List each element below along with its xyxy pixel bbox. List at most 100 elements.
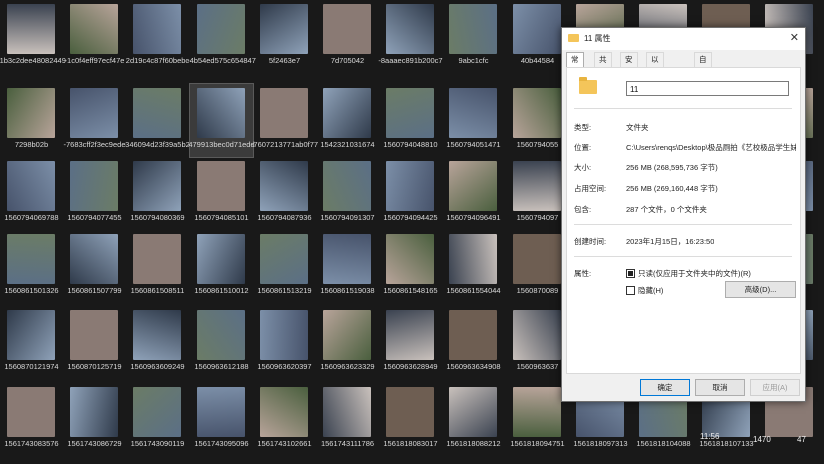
file-item[interactable]: 1560861508511 [126, 230, 189, 303]
file-item[interactable]: 1561743083576 [0, 383, 63, 456]
image-thumbnail [323, 234, 371, 284]
hidden-label[interactable]: 隐藏(H) [638, 285, 663, 296]
file-item[interactable]: 1560794085101 [190, 157, 253, 230]
close-icon[interactable]: ✕ [790, 31, 799, 44]
file-item[interactable]: 1560794096491 [442, 157, 505, 230]
file-item[interactable]: 7d705042 [316, 0, 379, 73]
file-item[interactable]: 1560794087936 [253, 157, 316, 230]
file-item[interactable]: 1542321031674 [316, 84, 379, 157]
image-thumbnail [7, 234, 55, 284]
file-name: 1560794087936 [257, 213, 312, 222]
file-item[interactable]: 346094d23f39a5b2 [125, 84, 190, 157]
file-item[interactable]: 1560794080369 [126, 157, 189, 230]
file-name: 7298b02b [14, 140, 49, 149]
file-item[interactable]: -8aaaec891b200c7 [378, 0, 443, 73]
file-item[interactable]: 7298b02b [0, 84, 63, 157]
file-name: 1560861554044 [446, 286, 501, 295]
properties-dialog: 11 属性 ✕ 常规 共享 安全 以前的版本 自定义 11 类型: 文件夹 位置… [561, 27, 806, 402]
file-item[interactable]: 1560963612188 [190, 306, 253, 379]
file-item[interactable]: -7683cff2f3ec9ede [63, 84, 126, 157]
file-item[interactable]: 1561743111786 [316, 383, 379, 456]
file-item[interactable]: 1560963620397 [253, 306, 316, 379]
file-item[interactable]: 1560861507799 [63, 230, 126, 303]
file-name: 1561743102661 [257, 439, 312, 448]
file-item[interactable]: 1560963609249 [126, 306, 189, 379]
file-item[interactable]: 1560861554044 [442, 230, 505, 303]
image-thumbnail [7, 4, 55, 54]
file-name: 1542321031674 [320, 140, 375, 149]
advanced-button[interactable]: 高级(D)... [725, 281, 796, 298]
file-item[interactable]: -1b3c2dee48082449 [0, 0, 66, 73]
tab-general[interactable]: 常规 [566, 52, 584, 78]
dialog-titlebar[interactable]: 11 属性 ✕ [562, 28, 805, 50]
ok-button[interactable]: 确定 [640, 379, 690, 396]
file-item[interactable]: 1560861510012 [190, 230, 253, 303]
file-item[interactable]: 1560794048810 [379, 84, 442, 157]
tab-customize[interactable]: 自定义 [694, 52, 712, 92]
file-name: 1560870125719 [67, 362, 122, 371]
image-thumbnail [70, 234, 118, 284]
file-name: 1560861519038 [320, 286, 375, 295]
image-thumbnail [133, 88, 181, 138]
folder-name-input[interactable]: 11 [626, 81, 789, 96]
file-name: -1c0f4eff97ecf47e [64, 56, 125, 65]
image-thumbnail [513, 4, 561, 54]
image-thumbnail [197, 88, 245, 138]
file-item[interactable]: -4b54ed575c654847 [187, 0, 256, 73]
file-item[interactable]: 1560963637 [506, 306, 569, 379]
image-thumbnail [260, 4, 308, 54]
separator [574, 224, 792, 225]
tab-previous-versions[interactable]: 以前的版本 [646, 52, 664, 120]
image-thumbnail [323, 387, 371, 437]
file-item[interactable]: 1560963628949 [379, 306, 442, 379]
readonly-label[interactable]: 只读(仅应用于文件夹中的文件)(R) [638, 268, 751, 279]
image-thumbnail [449, 387, 497, 437]
file-item[interactable]: 40b44584 [506, 0, 569, 73]
file-item[interactable]: 1560861513219 [253, 230, 316, 303]
tab-sharing[interactable]: 共享 [594, 52, 612, 78]
file-item[interactable]: 1560861548165 [379, 230, 442, 303]
file-item[interactable]: 1561743102661 [253, 383, 316, 456]
file-item[interactable]: 1560794091307 [316, 157, 379, 230]
file-item[interactable]: 479913bec0d71edd [188, 83, 255, 158]
file-item[interactable]: 1560870125719 [63, 306, 126, 379]
apply-button[interactable]: 应用(A) [750, 379, 800, 396]
file-item[interactable]: 1560794069788 [0, 157, 63, 230]
file-item[interactable]: 1560870121974 [0, 306, 63, 379]
file-item[interactable]: 1560794055 [506, 84, 569, 157]
hidden-checkbox[interactable] [626, 286, 635, 295]
file-item[interactable]: 2d19c4c87f60bebc [126, 0, 189, 73]
file-item[interactable]: 1560963623329 [316, 306, 379, 379]
file-item[interactable]: 9abc1cfc [442, 0, 505, 73]
file-item[interactable]: -1c0f4eff97ecf47e [63, 0, 126, 73]
file-item[interactable]: 1560861519038 [316, 230, 379, 303]
file-item[interactable]: -7607213771ab0f77 [251, 84, 318, 157]
cancel-button[interactable]: 取消 [695, 379, 745, 396]
file-item[interactable]: 1560963634908 [442, 306, 505, 379]
file-item[interactable]: 1560794051471 [442, 84, 505, 157]
image-thumbnail [323, 310, 371, 360]
file-name: 1561743095096 [194, 439, 249, 448]
file-item[interactable]: 1560794077455 [63, 157, 126, 230]
file-item[interactable]: 1561818088212 [442, 383, 505, 456]
file-item[interactable]: 1561743090119 [126, 383, 189, 456]
file-item[interactable]: 5f2463e7 [253, 0, 316, 73]
file-item[interactable]: 1560794094425 [379, 157, 442, 230]
image-thumbnail [386, 234, 434, 284]
file-item[interactable]: 1560870089 [506, 230, 569, 303]
file-item[interactable]: 1561818083017 [379, 383, 442, 456]
file-item[interactable]: 1561818094751 [506, 383, 569, 456]
overlay-count: 1470 [753, 435, 771, 444]
location-value[interactable]: C:\Users\renqs\Desktop\极品厕拍《艺校极品学生妹 [626, 142, 796, 153]
tab-security[interactable]: 安全 [620, 52, 638, 78]
readonly-checkbox[interactable] [626, 269, 635, 278]
location-label: 位置: [574, 143, 592, 152]
image-thumbnail [513, 88, 561, 138]
file-item[interactable]: 1560861501326 [0, 230, 63, 303]
file-name: 9abc1cfc [458, 56, 489, 65]
file-item[interactable]: 1561743095096 [190, 383, 253, 456]
file-name: 1561743090119 [130, 439, 185, 448]
image-thumbnail [513, 161, 561, 211]
file-item[interactable]: 1561743086729 [63, 383, 126, 456]
file-item[interactable]: 1560794097 [506, 157, 569, 230]
